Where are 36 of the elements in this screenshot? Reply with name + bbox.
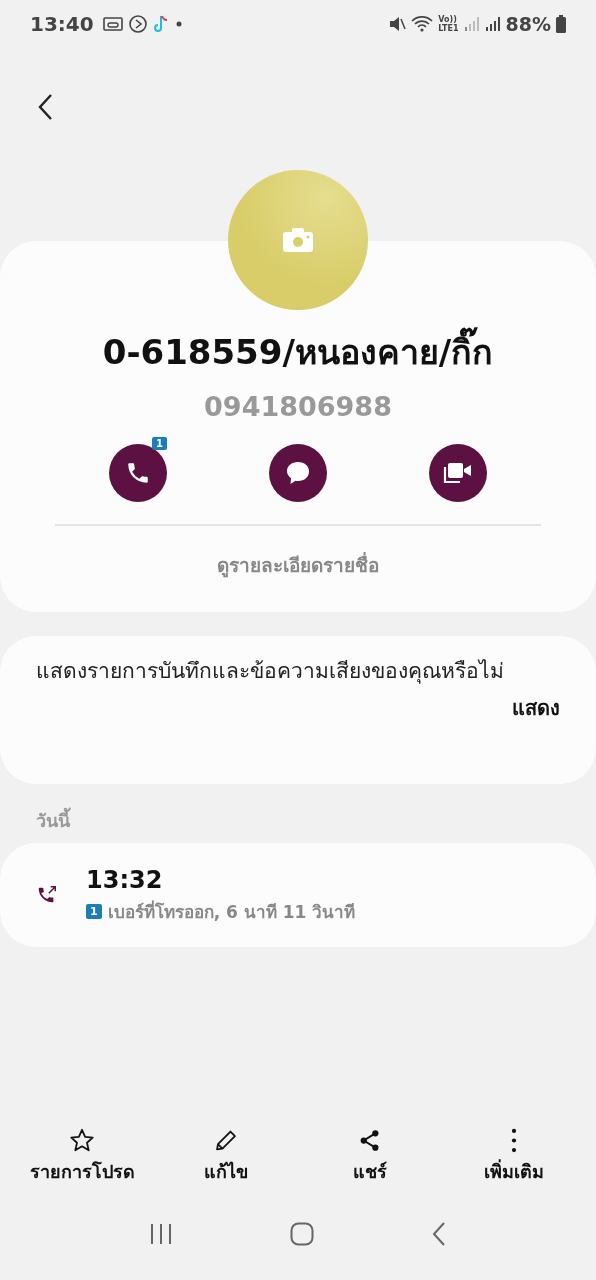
phone-number: 0941806988 [204, 391, 392, 422]
wifi-icon [411, 15, 434, 33]
share-button[interactable]: แชร์ [305, 1128, 435, 1186]
play-circle-icon [127, 14, 148, 34]
sim-badge: 1 [86, 903, 102, 919]
call-detail: เบอร์ที่โทรออก, 6 นาที 11 วินาที [107, 899, 356, 924]
call-log-entry[interactable]: 13:32 1 เบอร์ที่โทรออก, 6 นาที 11 วินาที [0, 843, 596, 947]
signal-icon [484, 16, 501, 32]
star-icon [68, 1128, 96, 1153]
cassette-icon [102, 16, 123, 32]
star-button[interactable]: รายการโปรด [17, 1128, 147, 1186]
show-button[interactable]: แสดง [512, 692, 560, 724]
more-button[interactable]: เพิ่มเติม [449, 1128, 579, 1186]
battery-percent: 88% [505, 13, 551, 35]
section-heading: วันนี้ [0, 784, 596, 843]
video-camera-icon [443, 461, 473, 485]
message-button[interactable] [269, 444, 327, 502]
mute-icon [388, 15, 407, 33]
back-nav-button[interactable] [431, 1222, 448, 1246]
home-button[interactable] [290, 1222, 314, 1246]
call-time: 13:32 [86, 865, 164, 894]
more-icon [511, 1128, 517, 1153]
battery-icon [556, 15, 566, 33]
contact-name: 0-618559/หนองคาย/กิ๊ก [102, 325, 494, 379]
phone-icon [125, 460, 151, 486]
video-button[interactable] [429, 444, 487, 502]
prompt-text: แสดงรายการบันทึกและข้อความเสียงของคุณหรือไม่ [36, 658, 505, 686]
camera-icon [283, 228, 313, 252]
music-note-icon [152, 14, 169, 34]
volte-label: Vo)) [438, 15, 457, 24]
edit-button[interactable]: แก้ไข [161, 1128, 291, 1186]
sim-badge: 1 [152, 437, 167, 450]
lte-label: LTE1 [438, 24, 459, 33]
status-time: 13:40 [30, 12, 94, 36]
recent-apps-button[interactable] [148, 1223, 173, 1245]
signal-icon [463, 16, 480, 32]
